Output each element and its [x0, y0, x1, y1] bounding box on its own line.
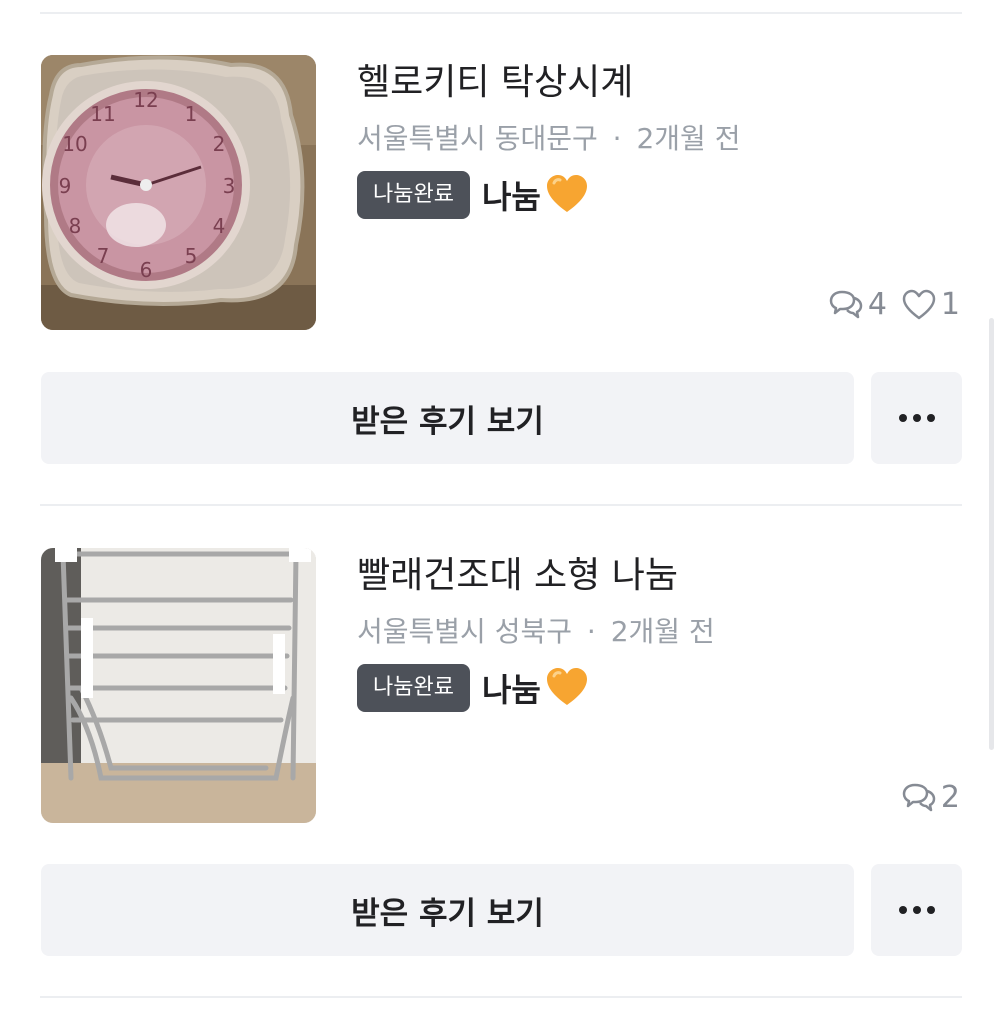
clock-photo-image: 12 1 2 3 4 5 6 7 8 9 10 11	[41, 55, 316, 330]
item-meta: 서울특별시 동대문구 · 2개월 전	[357, 119, 962, 159]
view-received-review-button[interactable]: 받은 후기 보기	[41, 864, 854, 956]
svg-text:5: 5	[185, 244, 198, 268]
svg-text:6: 6	[140, 258, 153, 282]
more-dots-icon	[898, 414, 935, 422]
status-badge: 나눔완료	[357, 171, 470, 219]
item-counts: 4 1	[814, 287, 960, 322]
item-title[interactable]: 헬로키티 탁상시계	[357, 59, 962, 107]
svg-text:1: 1	[185, 102, 198, 126]
item-location: 서울특별시 동대문구	[357, 122, 598, 155]
item-price: 나눔	[481, 671, 541, 709]
more-options-button[interactable]	[871, 864, 962, 956]
item-title[interactable]: 빨래건조대 소형 나눔	[357, 552, 962, 600]
heart-outline-icon	[902, 289, 936, 319]
item-info: 빨래건조대 소형 나눔 서울특별시 성북구 · 2개월 전 나눔완료 나눔	[357, 548, 962, 712]
item-thumbnail[interactable]	[41, 548, 316, 823]
orange-heart-emoji-icon	[546, 175, 587, 212]
svg-text:11: 11	[90, 102, 115, 126]
more-dots-icon	[898, 906, 935, 914]
chat-bubbles-icon	[902, 783, 936, 811]
like-count: 1	[901, 287, 960, 322]
svg-text:9: 9	[59, 174, 72, 198]
svg-text:3: 3	[223, 174, 236, 198]
svg-text:10: 10	[62, 132, 87, 156]
list-item[interactable]: 빨래건조대 소형 나눔 서울특별시 성북구 · 2개월 전 나눔완료 나눔 2 …	[0, 548, 1000, 1013]
view-received-review-button[interactable]: 받은 후기 보기	[41, 372, 854, 464]
more-options-button[interactable]	[871, 372, 962, 464]
chat-count: 4	[828, 287, 887, 322]
item-price: 나눔	[481, 178, 541, 216]
meta-separator: ·	[612, 122, 622, 155]
item-time: 2개월 전	[610, 615, 715, 648]
scrollbar[interactable]	[989, 318, 994, 750]
svg-text:8: 8	[69, 214, 82, 238]
item-thumbnail[interactable]: 12 1 2 3 4 5 6 7 8 9 10 11	[41, 55, 316, 330]
item-meta: 서울특별시 성북구 · 2개월 전	[357, 612, 962, 652]
like-count-value: 1	[940, 287, 960, 322]
status-badge: 나눔완료	[357, 664, 470, 712]
status-row: 나눔완료 나눔	[357, 664, 962, 712]
orange-heart-emoji-icon	[546, 668, 587, 705]
chat-count-value: 4	[867, 287, 887, 322]
list-item[interactable]: 12 1 2 3 4 5 6 7 8 9 10 11 헬로키티 탁상시계 서울특…	[0, 55, 1000, 520]
svg-text:7: 7	[97, 244, 110, 268]
chat-bubbles-icon	[829, 290, 863, 318]
bottom-divider	[40, 996, 962, 998]
svg-text:2: 2	[213, 132, 226, 156]
item-divider	[40, 504, 962, 506]
drying-rack-photo-image	[41, 548, 316, 823]
svg-text:12: 12	[133, 88, 158, 112]
chat-count: 2	[901, 780, 960, 815]
item-time: 2개월 전	[636, 122, 741, 155]
item-location: 서울특별시 성북구	[357, 615, 572, 648]
svg-text:4: 4	[213, 214, 226, 238]
chat-count-value: 2	[940, 780, 960, 815]
status-row: 나눔완료 나눔	[357, 171, 962, 219]
meta-separator: ·	[586, 615, 596, 648]
item-counts: 2	[887, 780, 960, 815]
item-info: 헬로키티 탁상시계 서울특별시 동대문구 · 2개월 전 나눔완료 나눔	[357, 55, 962, 219]
top-divider	[40, 12, 962, 14]
